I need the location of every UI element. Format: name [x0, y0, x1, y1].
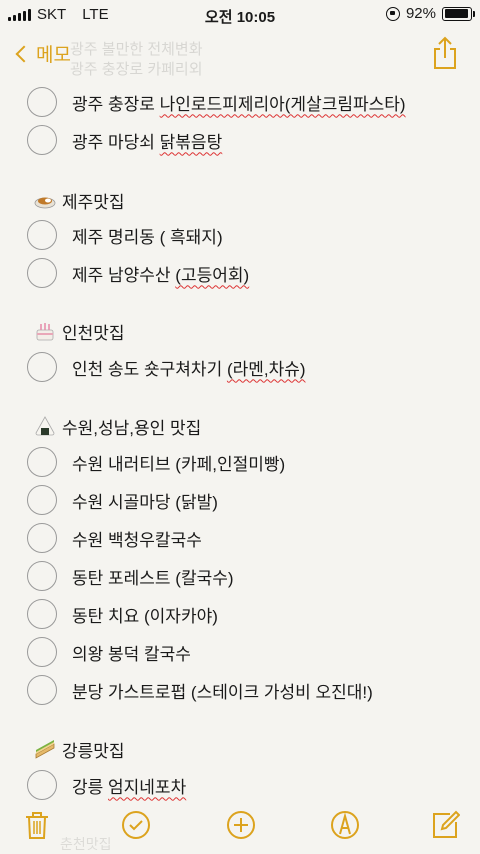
checklist-item[interactable]: 인천 송도 숏구쳐차기 (라멘,차슈) [0, 348, 480, 386]
heading-incheon: 인천맛집 [34, 319, 125, 344]
back-button[interactable]: 메모 [12, 40, 71, 67]
checkbox-circle[interactable] [27, 485, 57, 515]
item-text: 수원 백청우칼국수 [72, 530, 202, 550]
heading-jeju: 제주맛집 [34, 188, 125, 213]
checklist-item[interactable]: 제주 남양수산 (고등어회) [0, 254, 480, 292]
item-text: 제주 명리동 ( 흑돼지) [72, 227, 223, 247]
rice-ball-icon [35, 416, 55, 436]
curry-rice-icon [34, 197, 56, 209]
item-text: 광주 마당쇠 닭볶음탕 [72, 132, 223, 152]
checkbox-circle[interactable] [27, 561, 57, 591]
item-text: 광주 충장로 나인로드피제리아(게살크림파스타) [72, 94, 406, 114]
item-text: 의왕 봉덕 칼국수 [72, 644, 191, 664]
section-heading: 수원,성남,용인 맛집 [0, 407, 480, 445]
checkbox-circle[interactable] [27, 675, 57, 705]
faded-subtitle: 광주 충장로 카페리외 [70, 61, 203, 78]
heading-text: 제주맛집 [62, 192, 125, 212]
section-heading: 인천맛집 [0, 312, 480, 350]
heading-text: 수원,성남,용인 맛집 [62, 418, 202, 438]
checklist-item[interactable]: 광주 충장로 나인로드피제리아(게살크림파스타) [0, 83, 480, 121]
item-text: 분당 가스트로펍 (스테이크 가성비 오진대!) [72, 682, 373, 702]
battery-icon [442, 6, 475, 21]
cake-icon [36, 323, 54, 341]
checklist-item[interactable]: 제주 명리동 ( 흑돼지) [0, 216, 480, 254]
item-text: 동탄 치요 (이자카야) [72, 606, 218, 626]
battery-fill [444, 9, 468, 18]
item-text: 수원 내러티브 (카페,인절미빵) [72, 454, 286, 474]
heading-text: 인천맛집 [62, 323, 125, 343]
status-bar: SKT LTE 오전 10:05 92% [0, 0, 480, 30]
nav-bar: 광주 볼만한 전체변화 광주 충장로 카페리외 메모 [0, 30, 480, 78]
checklist-item[interactable]: 수원 백청우칼국수 [0, 519, 480, 557]
checkbox-circle[interactable] [27, 125, 57, 155]
checkbox-circle[interactable] [27, 447, 57, 477]
checklist-item[interactable]: 동탄 치요 (이자카야) [0, 595, 480, 633]
heading-text: 강릉맛집 [62, 741, 125, 761]
checkbox-circle[interactable] [27, 599, 57, 629]
section-heading: 제주맛집 [0, 181, 480, 219]
compose-icon[interactable] [430, 810, 460, 840]
status-right: 92% [385, 5, 475, 22]
chevron-left-icon [15, 45, 33, 62]
checklist-item[interactable]: 수원 시골마당 (닭발) [0, 481, 480, 519]
section-heading: 강릉맛집 [0, 730, 480, 768]
checkbox-circle[interactable] [27, 523, 57, 553]
bottom-toolbar [0, 798, 480, 854]
item-text: 제주 남양수산 (고등어회) [72, 265, 250, 285]
checklist-item[interactable]: 동탄 포레스트 (칼국수) [0, 557, 480, 595]
checklist-item[interactable]: 광주 마당쇠 닭볶음탕 [0, 121, 480, 159]
item-text: 인천 송도 숏구쳐차기 (라멘,차슈) [72, 359, 306, 379]
checklist-item[interactable]: 의왕 봉덕 칼국수 [0, 633, 480, 671]
item-text: 강릉 엄지네포차 [72, 777, 187, 797]
faded-scrolled-text: 광주 볼만한 전체변화 광주 충장로 카페리외 [70, 40, 203, 80]
heading-gangneung: 강릉맛집 [34, 737, 125, 762]
checkbox-circle[interactable] [27, 352, 57, 382]
checkbox-circle[interactable] [27, 770, 57, 800]
checklist-icon[interactable] [121, 810, 151, 840]
checklist-item[interactable]: 수원 내러티브 (카페,인절미빵) [0, 443, 480, 481]
sandwich-icon [35, 740, 55, 759]
item-text: 수원 시골마당 (닭발) [72, 492, 218, 512]
checkbox-circle[interactable] [27, 637, 57, 667]
heading-suwon: 수원,성남,용인 맛집 [34, 414, 201, 439]
trash-icon[interactable] [22, 810, 52, 840]
share-icon[interactable] [432, 36, 458, 70]
back-label: 메모 [36, 45, 71, 66]
checkbox-circle[interactable] [27, 87, 57, 117]
checkbox-circle[interactable] [27, 258, 57, 288]
checkbox-circle[interactable] [27, 220, 57, 250]
checklist-item[interactable]: 분당 가스트로펍 (스테이크 가성비 오진대!) [0, 671, 480, 709]
markup-icon[interactable] [330, 810, 360, 840]
battery-percent: 92% [405, 5, 436, 22]
orientation-lock-icon [385, 6, 400, 21]
item-text: 동탄 포레스트 (칼국수) [72, 568, 234, 588]
add-icon[interactable] [226, 810, 256, 840]
faded-title: 광주 볼만한 전체변화 [70, 41, 203, 58]
